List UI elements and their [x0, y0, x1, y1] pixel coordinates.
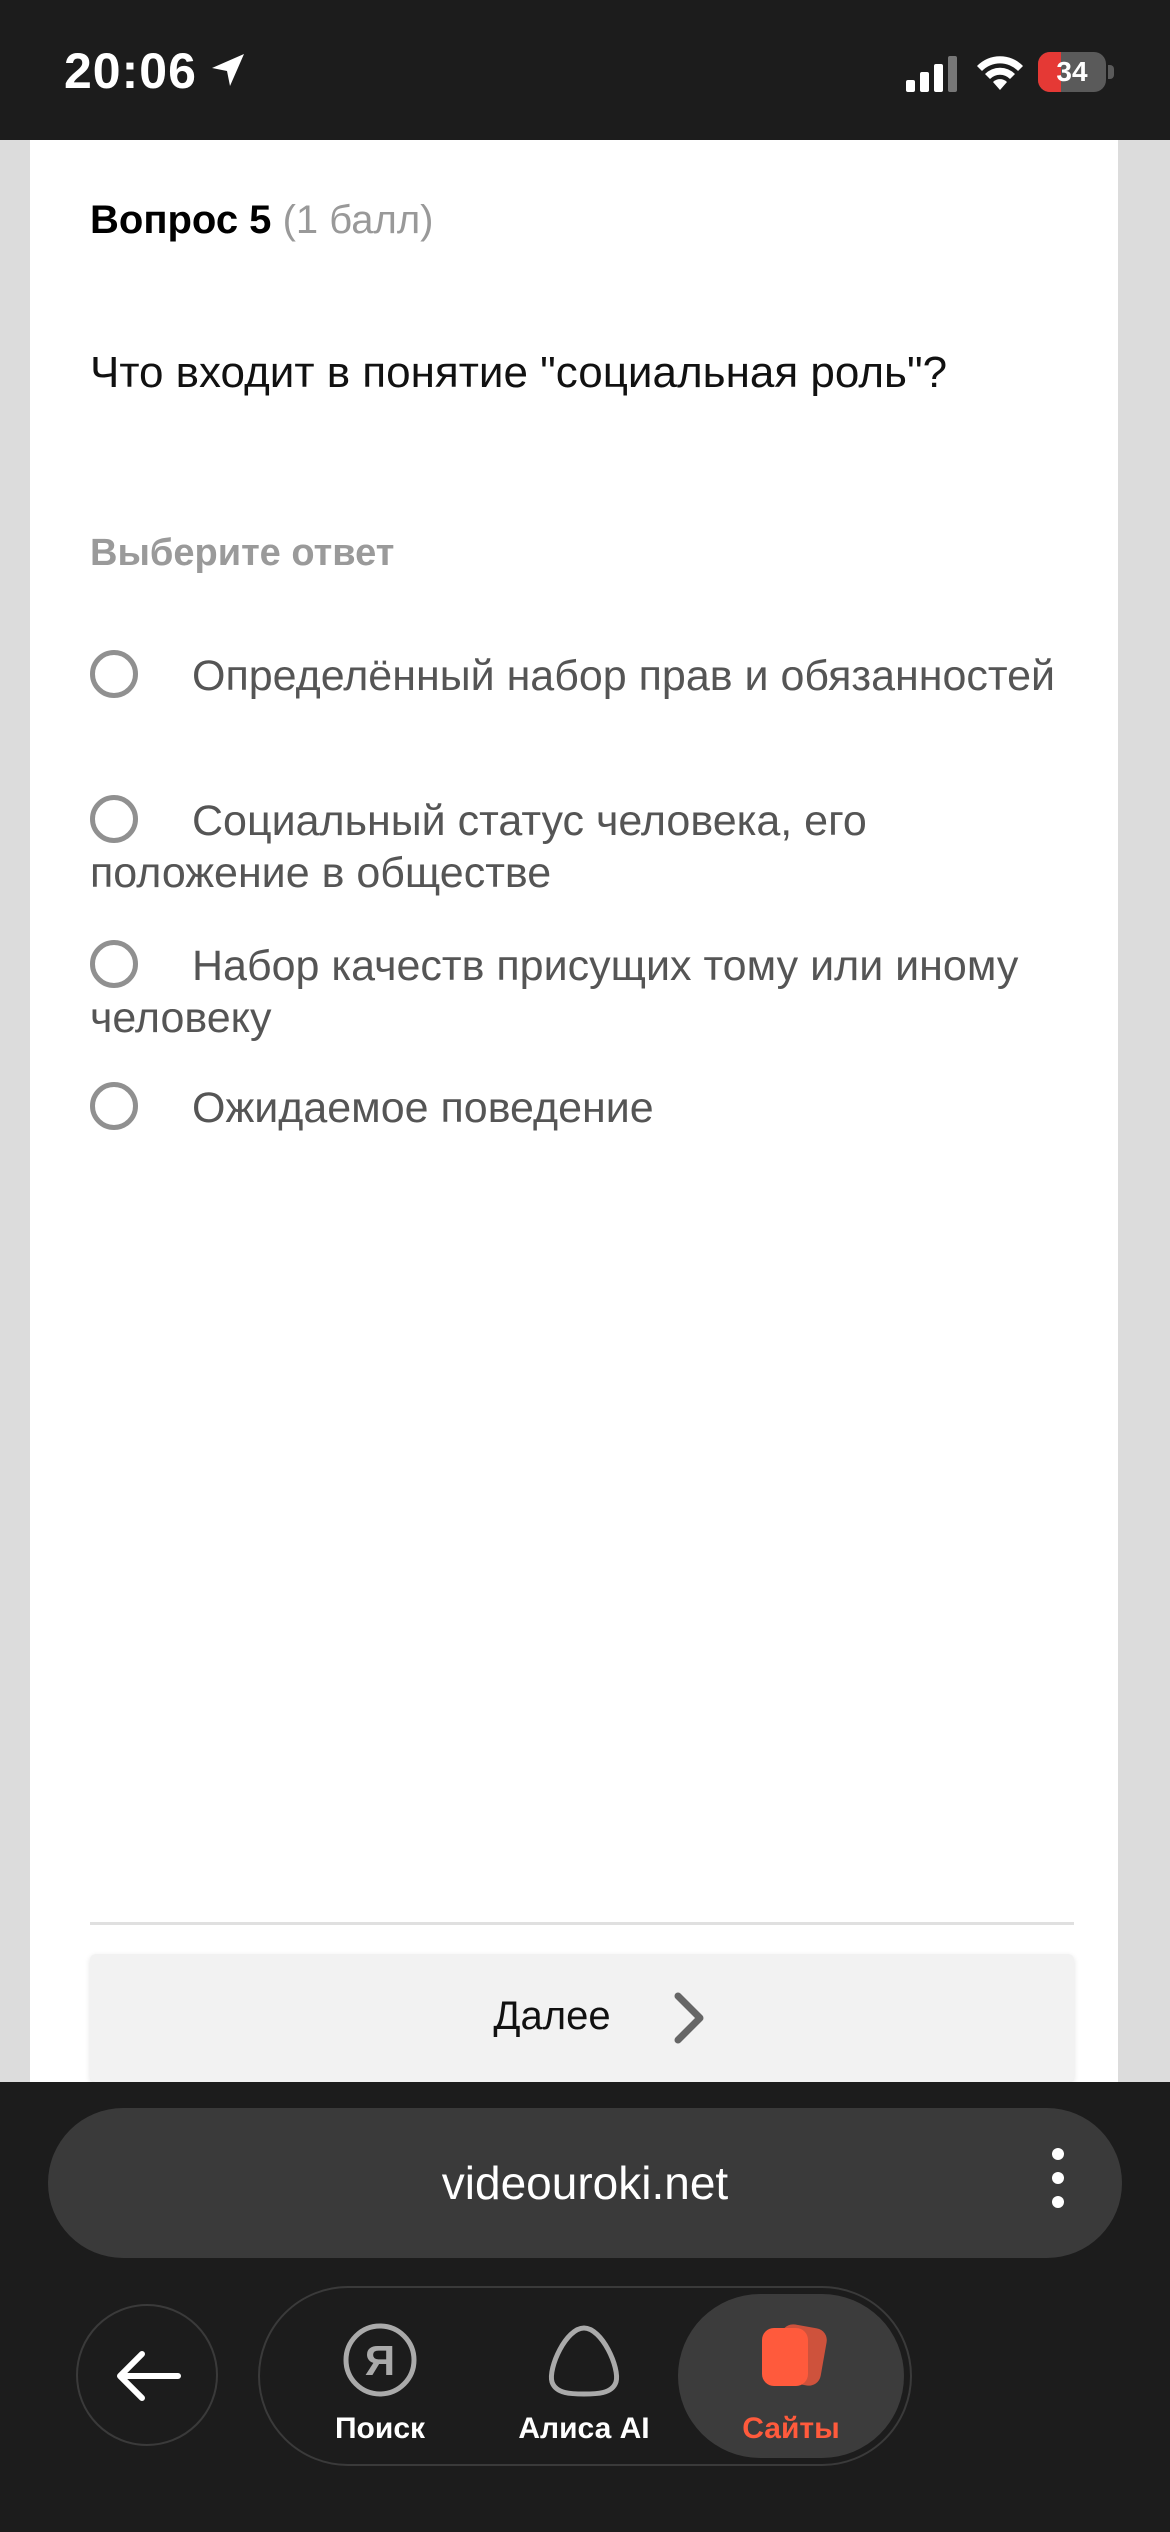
screen: 20:06 34 Вопрос 5 (1 балл) Что входит в … — [0, 0, 1170, 2532]
question-number: Вопрос 5 — [90, 198, 272, 242]
next-button[interactable]: Далее — [90, 1954, 1074, 2082]
bottom-nav: Я Поиск Алиса AI Сайты — [258, 2286, 912, 2466]
answer-option-2[interactable]: Социальный статус человека, его положени… — [90, 795, 1090, 899]
nav-label-alice: Алиса AI — [518, 2412, 650, 2445]
nav-item-search[interactable]: Я Поиск — [280, 2288, 480, 2464]
arrow-left-icon — [117, 2351, 181, 2401]
answer-option-label: Набор качеств присущих тому или иному че… — [90, 942, 1019, 1042]
answer-option-label: Определённый набор прав и обязанностей — [192, 652, 1056, 700]
url-text[interactable]: videouroki.net — [48, 2156, 1122, 2210]
answer-option-label: Социальный статус человека, его положени… — [90, 797, 867, 897]
radio-button-icon[interactable] — [90, 795, 138, 843]
location-arrow-icon — [212, 54, 244, 86]
radio-button-icon[interactable] — [90, 940, 138, 988]
radio-button-icon[interactable] — [90, 1082, 138, 1130]
sites-icon — [762, 2324, 827, 2386]
answer-prompt: Выберите ответ — [90, 532, 395, 574]
nav-item-alice[interactable]: Алиса AI — [484, 2288, 684, 2464]
battery-level: 34 — [1056, 56, 1088, 87]
nav-label-sites: Сайты — [742, 2412, 840, 2445]
alice-icon — [548, 2325, 620, 2397]
nav-label-search: Поиск — [334, 2412, 426, 2445]
back-button[interactable] — [76, 2304, 218, 2446]
status-time: 20:06 — [64, 43, 197, 99]
answer-option-1[interactable]: Определённый набор прав и обязанностей — [90, 650, 1090, 702]
more-menu-icon[interactable] — [1048, 2148, 1068, 2218]
answer-option-3[interactable]: Набор качеств присущих тому или иному че… — [90, 940, 1090, 1044]
next-button-label: Далее — [493, 1994, 611, 2038]
cellular-signal-icon — [906, 56, 957, 92]
battery-icon: 34 — [1038, 52, 1114, 92]
nav-item-sites[interactable]: Сайты — [678, 2294, 904, 2458]
question-card: Вопрос 5 (1 балл) Что входит в понятие "… — [30, 140, 1118, 2082]
question-header: Вопрос 5 (1 балл) — [90, 198, 433, 243]
status-bar: 20:06 34 — [0, 0, 1170, 140]
radio-button-icon[interactable] — [90, 650, 138, 698]
answer-option-label: Ожидаемое поведение — [192, 1084, 654, 1132]
divider — [90, 1922, 1074, 1925]
wifi-icon — [977, 56, 1023, 90]
question-text: Что входит в понятие "социальная роль"? — [90, 348, 948, 397]
answer-option-4[interactable]: Ожидаемое поведение — [90, 1082, 1090, 1134]
address-bar[interactable]: videouroki.net — [48, 2108, 1122, 2258]
question-points: (1 балл) — [282, 198, 434, 242]
yandex-icon: Я — [343, 2323, 417, 2397]
browser-toolbar: videouroki.net Я Поиск Алиса AI Сайты — [0, 2082, 1170, 2532]
chevron-right-icon — [674, 1992, 704, 2044]
svg-text:Я: Я — [365, 2337, 395, 2384]
